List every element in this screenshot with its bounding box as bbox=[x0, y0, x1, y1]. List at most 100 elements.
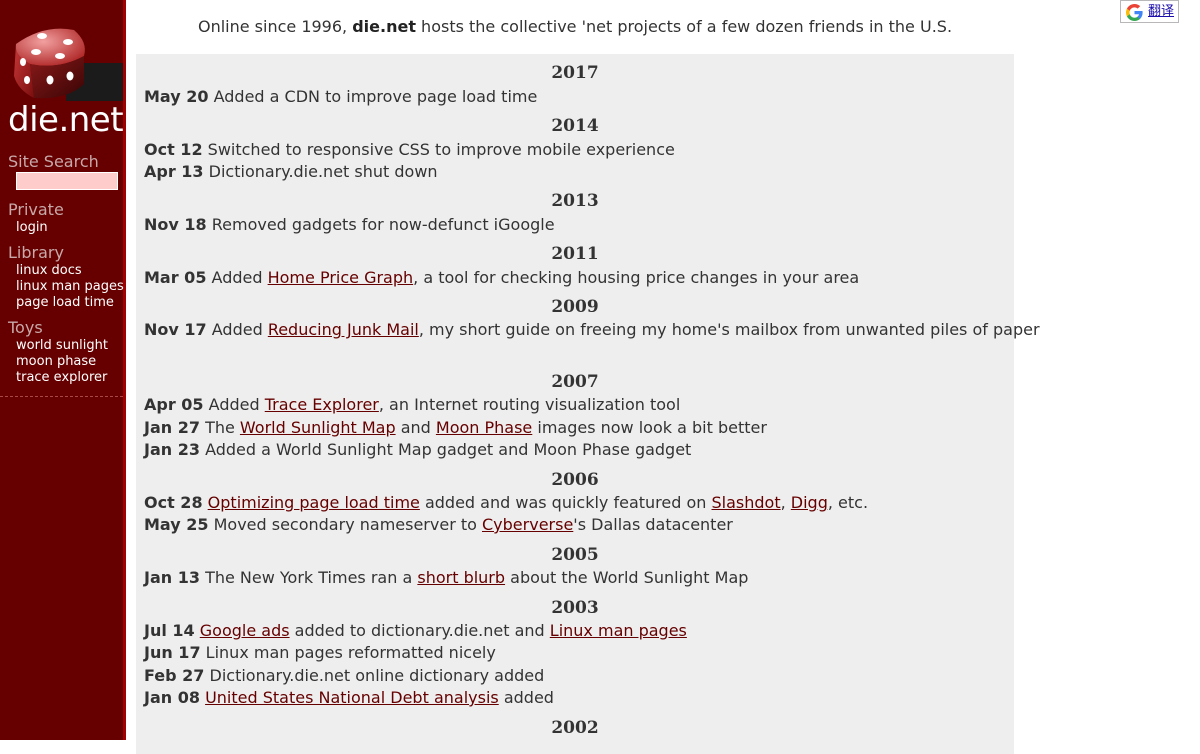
news-entry: Nov 18 Removed gadgets for now-defunct i… bbox=[144, 213, 1055, 236]
entry-date: Feb 27 bbox=[144, 666, 205, 685]
google-g-icon bbox=[1126, 4, 1143, 21]
news-entry: Oct 28 Optimizing page load time added a… bbox=[144, 491, 1055, 514]
news-entry: Jul 14 Google ads added to dictionary.di… bbox=[144, 619, 1055, 642]
link-optimizing-page-load-time[interactable]: Optimizing page load time bbox=[208, 493, 420, 512]
entry-text: Added a CDN to improve page load time bbox=[213, 87, 538, 106]
link-google-ads[interactable]: Google ads bbox=[200, 621, 290, 640]
intro-text-after: hosts the collective 'net projects of a … bbox=[415, 17, 953, 36]
sidebar-link-page-load-time[interactable]: page load time bbox=[16, 295, 114, 311]
sidebar-link-linux-man-pages[interactable]: linux man pages bbox=[16, 279, 124, 295]
translate-button[interactable]: 翻译 bbox=[1120, 0, 1179, 23]
entry-text: , bbox=[780, 493, 791, 512]
news-entry: Jan 08 United States National Debt analy… bbox=[144, 686, 1055, 709]
news-entry: Oct 12 Switched to responsive CSS to imp… bbox=[144, 138, 1055, 161]
news-entry: Jan 27 The World Sunlight Map and Moon P… bbox=[144, 416, 1055, 439]
year-heading-2005: 2005 bbox=[551, 545, 599, 565]
link-slashdot[interactable]: Slashdot bbox=[712, 493, 781, 512]
sidebar-link-login[interactable]: login bbox=[16, 220, 48, 236]
logo-text: die.net bbox=[8, 100, 124, 140]
entry-date: Apr 13 bbox=[144, 162, 204, 181]
entry-date: Nov 18 bbox=[144, 215, 207, 234]
entry-text: , an Internet routing visualization tool bbox=[378, 395, 681, 414]
site-search-heading: Site Search bbox=[8, 152, 99, 171]
entry-date: Mar 05 bbox=[144, 268, 207, 287]
entry-text: The bbox=[205, 418, 240, 437]
entry-text: images now look a bit better bbox=[532, 418, 767, 437]
entry-text: and bbox=[395, 418, 436, 437]
entry-text: Added bbox=[211, 268, 268, 287]
news-entry: Apr 05 Added Trace Explorer, an Internet… bbox=[144, 393, 1055, 416]
news-entry: Apr 13 Dictionary.die.net shut down bbox=[144, 160, 1055, 183]
link-moon-phase[interactable]: Moon Phase bbox=[436, 418, 532, 437]
entry-text: Switched to responsive CSS to improve mo… bbox=[207, 140, 675, 159]
year-heading-2013: 2013 bbox=[551, 191, 599, 211]
entry-text: Added a World Sunlight Map gadget and Mo… bbox=[205, 440, 692, 459]
link-home-price-graph[interactable]: Home Price Graph bbox=[268, 268, 414, 287]
entry-date: Jan 27 bbox=[144, 418, 200, 437]
year-heading-2009: 2009 bbox=[551, 297, 599, 317]
news-panel: 2017 May 20 Added a CDN to improve page … bbox=[136, 54, 1040, 754]
entry-text: , my short guide on freeing my home's ma… bbox=[418, 320, 1040, 339]
news-entry: May 25 Moved secondary nameserver to Cyb… bbox=[144, 513, 1055, 536]
entry-text: Dictionary.die.net shut down bbox=[208, 162, 438, 181]
entry-text: added to dictionary.die.net and bbox=[289, 621, 550, 640]
news-entry: May 20 Added a CDN to improve page load … bbox=[144, 85, 1055, 108]
entry-text: , etc. bbox=[827, 493, 869, 512]
news-entry: Jan 13 The New York Times ran a short bl… bbox=[144, 566, 1055, 589]
link-reducing-junk-mail[interactable]: Reducing Junk Mail bbox=[268, 320, 419, 339]
link-cyberverse[interactable]: Cyberverse bbox=[482, 515, 573, 534]
link-short-blurb[interactable]: short blurb bbox=[417, 568, 505, 587]
logo[interactable]: die.net bbox=[0, 0, 124, 145]
year-heading-2006: 2006 bbox=[551, 470, 599, 490]
news-entry: Nov 17 Added Reducing Junk Mail, my shor… bbox=[144, 318, 1055, 341]
sidebar-link-linux-docs[interactable]: linux docs bbox=[16, 263, 82, 279]
news-entry: Jun 17 Linux man pages reformatted nicel… bbox=[144, 641, 1055, 664]
news-entry: Jan 23 Added a World Sunlight Map gadget… bbox=[144, 438, 1055, 461]
entry-text: The New York Times ran a bbox=[205, 568, 418, 587]
sidebar-link-moon-phase[interactable]: moon phase bbox=[16, 354, 96, 370]
entry-date: Jun 17 bbox=[144, 643, 201, 662]
library-heading: Library bbox=[8, 243, 64, 262]
link-digg[interactable]: Digg bbox=[791, 493, 828, 512]
intro-text-before: Online since 1996, bbox=[197, 17, 353, 36]
entry-date: Apr 05 bbox=[144, 395, 204, 414]
site-intro: Online since 1996, die.net hosts the col… bbox=[136, 17, 1014, 37]
entry-date: Oct 12 bbox=[144, 140, 203, 159]
site-search-input[interactable] bbox=[16, 172, 118, 190]
sidebar-link-world-sunlight[interactable]: world sunlight bbox=[16, 338, 108, 354]
entry-date: Nov 17 bbox=[144, 320, 207, 339]
year-heading-2017: 2017 bbox=[551, 63, 599, 83]
sidebar-divider bbox=[0, 396, 123, 397]
link-linux-man-pages[interactable]: Linux man pages bbox=[550, 621, 687, 640]
entry-date: Jan 23 bbox=[144, 440, 200, 459]
entry-date: May 20 bbox=[144, 87, 209, 106]
entry-date: Jan 08 bbox=[144, 688, 200, 707]
entry-date: Jan 13 bbox=[144, 568, 200, 587]
link-trace-explorer[interactable]: Trace Explorer bbox=[265, 395, 379, 414]
entry-text: Moved secondary nameserver to bbox=[213, 515, 482, 534]
entry-date: Jul 14 bbox=[144, 621, 195, 640]
entry-text: Dictionary.die.net online dictionary add… bbox=[209, 666, 545, 685]
link-world-sunlight-map[interactable]: World Sunlight Map bbox=[240, 418, 396, 437]
year-heading-2011: 2011 bbox=[551, 244, 599, 264]
intro-brand: die.net bbox=[352, 17, 416, 36]
sidebar-link-trace-explorer[interactable]: trace explorer bbox=[16, 370, 107, 386]
entry-date: Oct 28 bbox=[144, 493, 203, 512]
link-national-debt-analysis[interactable]: United States National Debt analysis bbox=[205, 688, 499, 707]
entry-date: May 25 bbox=[144, 515, 209, 534]
year-heading-2002: 2002 bbox=[551, 718, 599, 738]
year-heading-2003: 2003 bbox=[551, 598, 599, 618]
toys-heading: Toys bbox=[8, 318, 43, 337]
entry-text: Removed gadgets for now-defunct iGoogle bbox=[211, 215, 555, 234]
entry-text: about the World Sunlight Map bbox=[505, 568, 749, 587]
dice-icon bbox=[14, 28, 85, 99]
sidebar: die.net Site Search Private login Librar… bbox=[0, 0, 126, 740]
private-heading: Private bbox=[8, 200, 64, 219]
year-heading-2014: 2014 bbox=[551, 116, 599, 136]
entry-text: , a tool for checking housing price chan… bbox=[413, 268, 860, 287]
entry-text: added bbox=[498, 688, 554, 707]
entry-text: Linux man pages reformatted nicely bbox=[205, 643, 496, 662]
entry-text: Added bbox=[208, 395, 265, 414]
news-entry: Mar 05 Added Home Price Graph, a tool fo… bbox=[144, 266, 1055, 289]
entry-text: added and was quickly featured on bbox=[419, 493, 712, 512]
